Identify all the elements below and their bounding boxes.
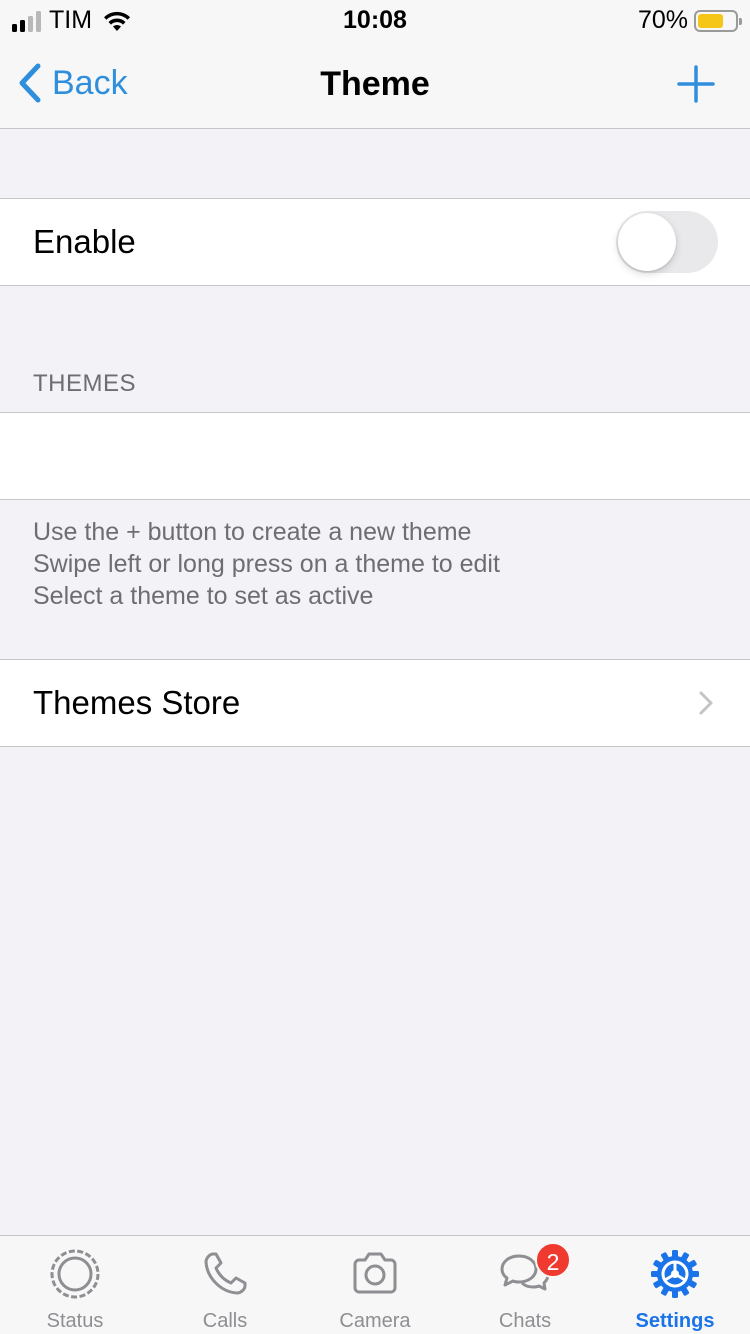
tab-calls[interactable]: Calls — [150, 1236, 300, 1334]
camera-icon — [353, 1252, 397, 1294]
themes-section-header: THEMES — [33, 370, 137, 397]
themes-footer: Use the + button to create a new theme S… — [33, 516, 500, 612]
status-bar: TIM 10:08 70% — [0, 0, 750, 40]
tab-settings-label: Settings — [635, 1310, 715, 1332]
tab-status-label: Status — [46, 1310, 104, 1332]
chevron-right-icon — [699, 691, 713, 715]
enable-label: Enable — [33, 223, 136, 260]
footer-line-1: Use the + button to create a new theme — [33, 518, 472, 546]
back-label: Back — [52, 63, 128, 102]
themes-store-label: Themes Store — [33, 684, 241, 721]
phone-icon — [204, 1252, 247, 1295]
tab-calls-label: Calls — [202, 1310, 248, 1332]
enable-row: Enable — [0, 198, 750, 286]
tab-camera-label: Camera — [339, 1310, 411, 1332]
enable-toggle[interactable] — [616, 211, 718, 273]
footer-line-2: Swipe left or long press on a theme to e… — [33, 550, 500, 578]
back-button[interactable]: Back — [16, 62, 128, 104]
plus-icon[interactable] — [676, 64, 716, 104]
tab-status[interactable]: Status — [0, 1236, 150, 1334]
tab-chats-label: Chats — [498, 1310, 552, 1332]
tab-settings[interactable]: Settings — [600, 1236, 750, 1334]
tab-chats[interactable]: Chats 2 — [450, 1236, 600, 1334]
battery-icon — [694, 9, 742, 32]
toggle-knob — [618, 213, 676, 271]
battery-percent: 70% — [637, 6, 688, 34]
themes-store-row[interactable]: Themes Store — [0, 659, 750, 747]
footer-line-3: Select a theme to set as active — [33, 582, 374, 610]
unread-badge: 2 — [535, 1242, 571, 1278]
navigation-bar: Back Theme — [0, 40, 750, 129]
gear-icon — [651, 1250, 699, 1298]
status-icon — [50, 1249, 100, 1299]
chevron-left-icon — [19, 63, 41, 103]
tab-camera[interactable]: Camera — [300, 1236, 450, 1334]
battery-fill — [698, 13, 724, 28]
themes-list — [0, 412, 750, 500]
status-right: 70% — [637, 6, 742, 35]
tab-bar: Status Calls Camera Chats 2 Settings — [0, 1235, 750, 1334]
